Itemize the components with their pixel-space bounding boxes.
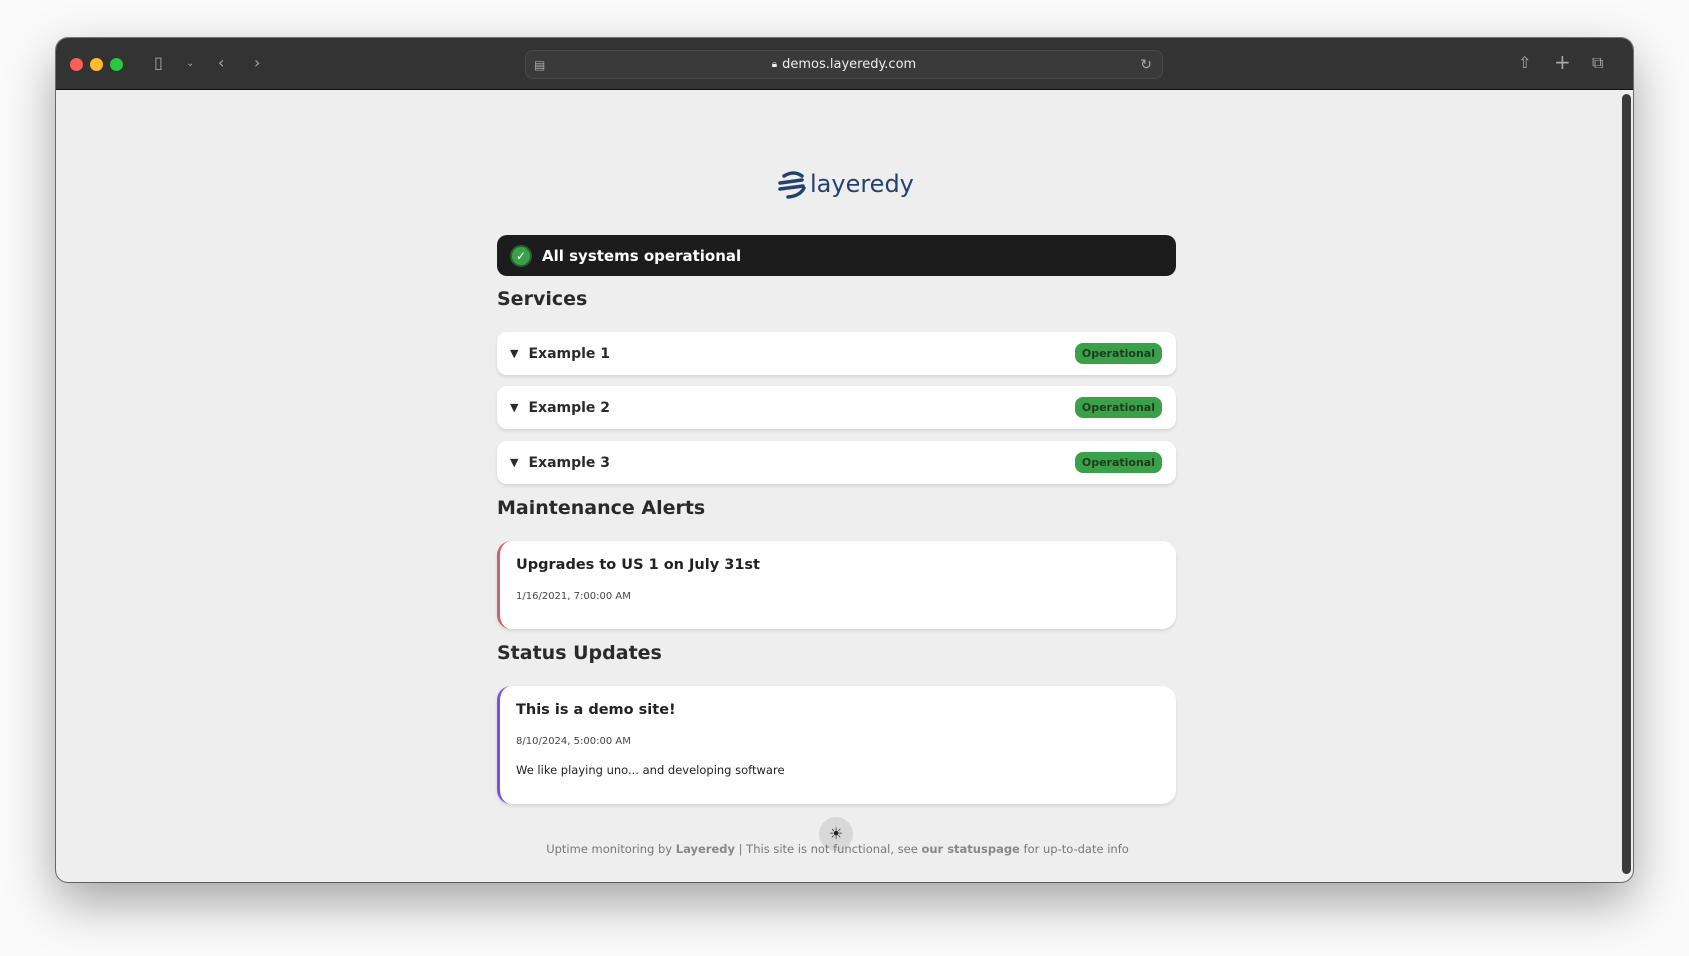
browser-window: ▯ ⌄ ‹ › ▤ 🔒︎ demos.layeredy.com ↻ ⇧ + ⧉ … (56, 38, 1633, 882)
page-settings-icon[interactable]: ▤ (534, 58, 545, 72)
page-content: layeredy ✓ All systems operational Servi… (56, 90, 1633, 882)
alert-date: 1/16/2021, 7:00:00 AM (516, 591, 631, 602)
status-badge: Operational (1074, 343, 1162, 364)
maintenance-heading: Maintenance Alerts (497, 497, 706, 519)
status-update-card: This is a demo site! 8/10/2024, 5:00:00 … (497, 686, 1176, 804)
status-banner: ✓ All systems operational (497, 235, 1176, 276)
caret-down-icon: ▼ (510, 347, 519, 360)
new-tab-icon[interactable]: + (1554, 50, 1571, 74)
update-title: This is a demo site! (516, 702, 676, 718)
address-bar[interactable]: ▤ 🔒︎ demos.layeredy.com ↻ (525, 50, 1163, 79)
share-icon[interactable]: ⇧ (1518, 53, 1531, 72)
maintenance-card: Upgrades to US 1 on July 31st 1/16/2021,… (497, 541, 1176, 629)
forward-icon[interactable]: › (254, 53, 260, 72)
update-date: 8/10/2024, 5:00:00 AM (516, 736, 631, 747)
sun-icon: ☀ (828, 826, 844, 843)
tabs-overview-icon[interactable]: ⧉ (1592, 53, 1603, 73)
footer: Uptime monitoring by Layeredy | This sit… (546, 842, 1129, 856)
status-updates-heading: Status Updates (497, 642, 662, 664)
status-badge: Operational (1074, 397, 1162, 418)
caret-down-icon: ▼ (510, 456, 519, 469)
service-row[interactable]: ▼ Example 3 Operational (497, 441, 1176, 484)
minimize-window-button[interactable] (90, 58, 103, 71)
service-row[interactable]: ▼ Example 1 Operational (497, 332, 1176, 375)
service-row[interactable]: ▼ Example 2 Operational (497, 386, 1176, 429)
services-heading: Services (497, 288, 588, 310)
lock-icon: 🔒︎ (771, 59, 778, 70)
logo: layeredy (776, 168, 914, 200)
status-badge: Operational (1074, 452, 1162, 473)
caret-down-icon: ▼ (510, 401, 519, 414)
statuspage-link[interactable]: our statuspage (921, 842, 1019, 856)
alert-title: Upgrades to US 1 on July 31st (516, 557, 760, 573)
browser-toolbar: ▯ ⌄ ‹ › ▤ 🔒︎ demos.layeredy.com ↻ ⇧ + ⧉ (56, 38, 1633, 90)
update-body: We like playing uno... and developing so… (516, 763, 785, 777)
layeredy-link[interactable]: Layeredy (676, 842, 735, 856)
sidebar-icon[interactable]: ▯ (154, 53, 163, 72)
maximize-window-button[interactable] (110, 58, 123, 71)
back-icon[interactable]: ‹ (218, 53, 224, 72)
url-text: demos.layeredy.com (782, 57, 917, 72)
check-icon: ✓ (510, 244, 532, 267)
chevron-down-icon[interactable]: ⌄ (186, 58, 194, 69)
logo-icon (778, 171, 806, 199)
scrollbar[interactable] (1622, 94, 1631, 874)
reload-icon[interactable]: ↻ (1140, 57, 1152, 73)
close-window-button[interactable] (70, 58, 83, 71)
